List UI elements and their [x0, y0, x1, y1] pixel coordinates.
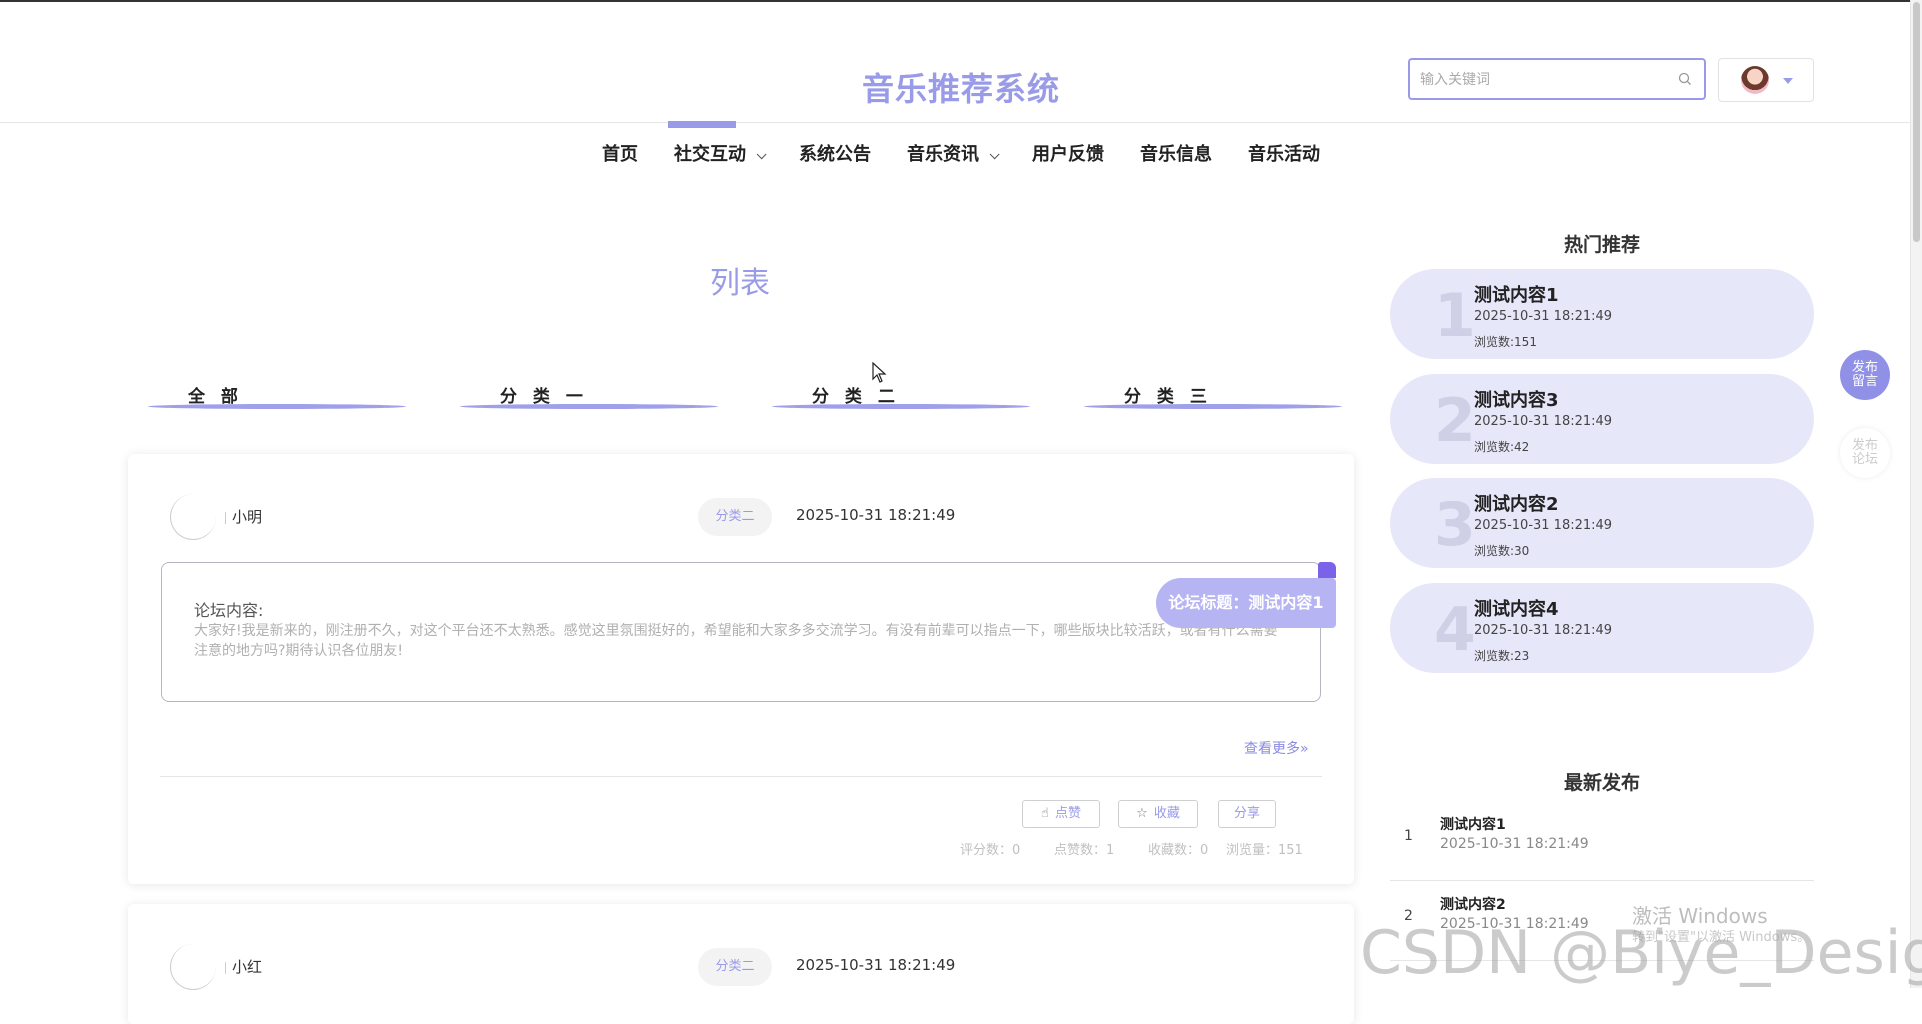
nav-item-home[interactable]: 首页 [602, 140, 638, 166]
hot-title: 测试内容4 [1474, 599, 1559, 620]
hot-date: 2025-10-31 18:21:49 [1474, 518, 1613, 533]
category-tab-1[interactable]: 分 类 一 [460, 380, 720, 410]
main-nav: 首页 社交互动 系统公告 音乐资讯 用户反馈 音乐信息 音乐活动 [0, 140, 1922, 170]
post-username: 小红 [232, 958, 263, 976]
scrollbar[interactable] [1910, 0, 1922, 988]
stat-likes: 点赞数：1 [1054, 843, 1115, 858]
content-label: 论坛内容: [194, 601, 264, 620]
category-underline [1084, 404, 1342, 409]
hot-title: 测试内容1 [1474, 285, 1559, 306]
nav-item-announcement[interactable]: 系统公告 [799, 140, 871, 166]
star-icon: ☆ [1136, 806, 1148, 821]
hot-date: 2025-10-31 18:21:49 [1474, 309, 1613, 324]
nav-item-music-info[interactable]: 音乐信息 [1140, 140, 1212, 166]
category-tab-2[interactable]: 分 类 二 [772, 380, 1032, 410]
latest-date: 2025-10-31 18:21:49 [1440, 836, 1589, 852]
avatar [1741, 66, 1769, 94]
content-text: 大家好!我是新来的，刚注册不久，对这个平台还不太熟悉。感觉这里氛围挺好的，希望能… [194, 623, 1278, 659]
latest-title: 测试内容2 [1440, 897, 1506, 913]
post-forum-button[interactable]: 发布 论坛 [1840, 428, 1890, 478]
thumb-up-icon: ☝ [1041, 806, 1049, 821]
category-underline [460, 404, 718, 409]
hot-item[interactable]: 4 测试内容4 2025-10-31 18:21:49 浏览数:23 [1390, 583, 1814, 673]
view-more-link[interactable]: 查看更多» [1244, 738, 1309, 758]
post-username: 小明 [232, 508, 263, 526]
share-button[interactable]: 分享 [1218, 800, 1276, 828]
header: 音乐推荐系统 [0, 2, 1922, 123]
hot-rank: 1 [1434, 281, 1476, 351]
post-time: 2025-10-31 18:21:49 [796, 506, 956, 524]
like-button[interactable]: ☝ 点赞 [1022, 800, 1100, 828]
category-underline [148, 404, 406, 409]
chevron-down-icon [756, 149, 767, 160]
category-tab-3[interactable]: 分 类 三 [1084, 380, 1344, 410]
hot-rank: 3 [1434, 490, 1476, 560]
latest-rank: 1 [1404, 828, 1413, 844]
post-category-badge: 分类二 [698, 948, 772, 986]
post-avatar [170, 494, 226, 540]
hot-date: 2025-10-31 18:21:49 [1474, 414, 1613, 429]
post-content-box[interactable]: 论坛内容: 大家好!我是新来的，刚注册不久，对这个平台还不太熟悉。感觉这里氛围挺… [161, 562, 1321, 702]
hot-title: 测试内容3 [1474, 390, 1559, 411]
latest-item[interactable]: 1 测试内容1 2025-10-31 18:21:49 [1390, 802, 1814, 881]
hot-views: 浏览数:30 [1474, 544, 1530, 558]
ribbon-tab [1318, 562, 1336, 578]
nav-item-music-news[interactable]: 音乐资讯 [907, 140, 1000, 166]
post-category-badge: 分类二 [698, 498, 772, 536]
hot-views: 浏览数:151 [1474, 335, 1537, 349]
search-box[interactable] [1408, 58, 1706, 100]
stat-views: 浏览量：151 [1226, 843, 1303, 858]
category-underline [772, 404, 1030, 409]
nav-item-social[interactable]: 社交互动 [674, 140, 767, 166]
category-tab-all[interactable]: 全 部 [148, 380, 408, 410]
hot-views: 浏览数:23 [1474, 649, 1530, 663]
page-title: 列表 [710, 266, 770, 301]
scrollbar-thumb[interactable] [1913, 2, 1920, 242]
user-menu-button[interactable] [1718, 58, 1814, 102]
hot-item[interactable]: 2 测试内容3 2025-10-31 18:21:49 浏览数:42 [1390, 374, 1814, 464]
hot-views: 浏览数:42 [1474, 440, 1530, 454]
search-icon[interactable] [1678, 72, 1692, 86]
search-input[interactable] [1418, 66, 1662, 94]
divider [160, 776, 1322, 777]
post-avatar [170, 944, 226, 990]
hot-item[interactable]: 1 测试内容1 2025-10-31 18:21:49 浏览数:151 [1390, 269, 1814, 359]
latest-heading: 最新发布 [1563, 772, 1640, 794]
favorite-button[interactable]: ☆ 收藏 [1118, 800, 1198, 828]
post-time: 2025-10-31 18:21:49 [796, 956, 956, 974]
post-message-button[interactable]: 发布 留言 [1840, 350, 1890, 400]
nav-item-feedback[interactable]: 用户反馈 [1032, 140, 1104, 166]
stat-score: 评分数：0 [960, 843, 1021, 858]
hot-rank: 4 [1434, 595, 1476, 665]
post-title-ribbon[interactable]: 论坛标题：测试内容1 [1156, 578, 1336, 628]
forum-post-card: 小红 分类二 2025-10-31 18:21:49 [128, 904, 1354, 1024]
forum-post-card: 小明 分类二 2025-10-31 18:21:49 论坛内容: 大家好!我是新… [128, 454, 1354, 884]
chevron-down-icon [989, 149, 1000, 160]
hot-item[interactable]: 3 测试内容2 2025-10-31 18:21:49 浏览数:30 [1390, 478, 1814, 568]
stat-favorites: 收藏数：0 [1148, 843, 1209, 858]
csdn-watermark: CSDN @Biye_Design [1360, 918, 1922, 988]
nav-active-indicator [668, 121, 736, 128]
hot-date: 2025-10-31 18:21:49 [1474, 623, 1613, 638]
latest-title: 测试内容1 [1440, 817, 1506, 833]
nav-item-music-events[interactable]: 音乐活动 [1248, 140, 1320, 166]
caret-down-icon [1783, 78, 1793, 84]
hot-heading: 热门推荐 [1563, 234, 1640, 256]
hot-rank: 2 [1434, 386, 1476, 456]
hot-title: 测试内容2 [1474, 494, 1559, 515]
